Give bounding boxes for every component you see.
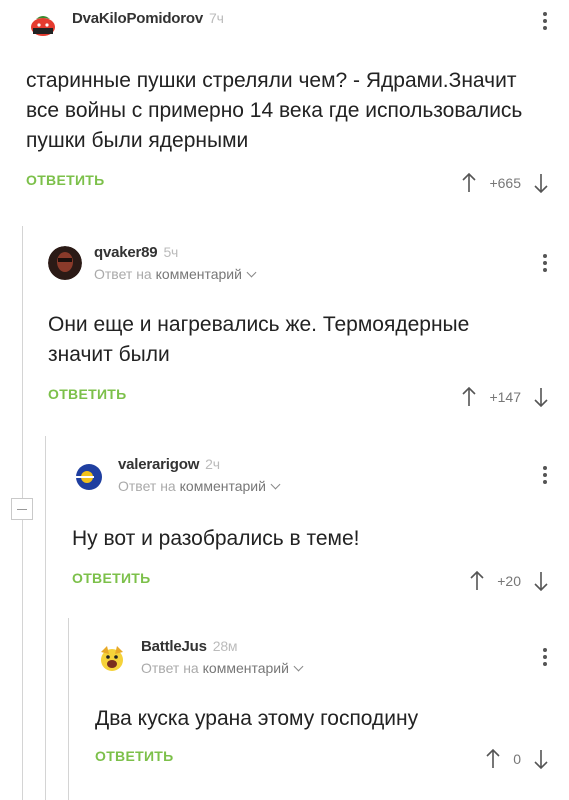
user-avatar-icon (72, 460, 106, 494)
user-avatar-icon (48, 246, 82, 280)
author-name: DvaKiloPomidorov (72, 10, 203, 27)
comment-text: старинные пушки стреляли чем? - Ядрами.З… (26, 69, 523, 152)
comment-header: BattleJus 28м Ответ на комментарий (95, 634, 569, 678)
vote-controls: +665 (461, 168, 549, 198)
reply-to-link[interactable]: Ответ на комментарий (118, 478, 281, 494)
vote-count: +147 (489, 389, 521, 405)
avatar[interactable] (72, 460, 106, 494)
comment-header: qvaker89 5ч Ответ на комментарий (48, 240, 569, 284)
comment-time: 2ч (205, 456, 220, 472)
comment-header: valerarigow 2ч Ответ на комментарий (72, 452, 569, 496)
comment: DvaKiloPomidorov 7ч старинные пушки стрел… (26, 6, 569, 198)
upvote-arrow-icon[interactable] (469, 570, 485, 592)
more-options-icon[interactable] (543, 254, 547, 275)
comment-author[interactable]: BattleJus 28м (141, 638, 238, 655)
reply-to-prefix: Ответ на (94, 266, 152, 282)
downvote-arrow-icon[interactable] (533, 570, 549, 592)
comment-actions: ОТВЕТИТЬ +147 (48, 382, 569, 412)
more-options-icon[interactable] (543, 466, 547, 487)
thread-line (45, 436, 46, 800)
upvote-arrow-icon[interactable] (485, 748, 501, 770)
vote-controls: +147 (461, 382, 549, 412)
reply-button[interactable]: ОТВЕТИТЬ (26, 172, 105, 188)
comment-author[interactable]: DvaKiloPomidorov 7ч (72, 10, 224, 27)
comment-author[interactable]: qvaker89 5ч (94, 244, 178, 261)
comment-text: Ну вот и разобрались в теме! (72, 527, 360, 550)
tomato-avatar-icon (26, 6, 60, 40)
vote-count: 0 (513, 751, 521, 767)
downvote-arrow-icon[interactable] (533, 172, 549, 194)
reply-button[interactable]: ОТВЕТИТЬ (72, 570, 151, 586)
comment-actions: ОТВЕТИТЬ 0 (95, 744, 569, 774)
chevron-down-icon (270, 479, 281, 490)
comment-time: 5ч (163, 244, 179, 260)
comment-header: DvaKiloPomidorov 7ч (26, 6, 569, 50)
reply-button[interactable]: ОТВЕТИТЬ (48, 386, 127, 402)
avatar[interactable] (26, 6, 60, 40)
comment-actions: ОТВЕТИТЬ +20 (72, 566, 569, 596)
comment-author[interactable]: valerarigow 2ч (118, 456, 220, 473)
thread-line (68, 618, 69, 800)
reply-to-target: комментарий (202, 660, 289, 676)
reply-to-target: комментарий (179, 478, 266, 494)
upvote-arrow-icon[interactable] (461, 172, 477, 194)
vote-count: +665 (489, 175, 521, 191)
more-options-icon[interactable] (543, 12, 547, 33)
comment: BattleJus 28м Ответ на комментарий Два ку… (95, 634, 569, 774)
author-name: BattleJus (141, 638, 207, 655)
comment-text: Они еще и нагревались же. Термоядерные з… (48, 313, 470, 366)
comment-text: Два куска урана этому господину (95, 707, 419, 730)
upvote-arrow-icon[interactable] (461, 386, 477, 408)
chevron-down-icon (246, 267, 257, 278)
collapse-thread-button[interactable] (11, 498, 33, 520)
comment: qvaker89 5ч Ответ на комментарий Они еще … (48, 240, 569, 412)
downvote-arrow-icon[interactable] (533, 748, 549, 770)
comment-time: 7ч (209, 10, 224, 26)
reply-to-prefix: Ответ на (141, 660, 199, 676)
reply-to-target: комментарий (155, 266, 242, 282)
author-name: valerarigow (118, 456, 200, 473)
comment-actions: ОТВЕТИТЬ +665 (26, 168, 569, 198)
reply-to-link[interactable]: Ответ на комментарий (94, 266, 257, 282)
reply-button[interactable]: ОТВЕТИТЬ (95, 748, 174, 764)
reply-to-prefix: Ответ на (118, 478, 176, 494)
downvote-arrow-icon[interactable] (533, 386, 549, 408)
more-options-icon[interactable] (543, 648, 547, 669)
chevron-down-icon (293, 661, 304, 672)
avatar[interactable] (95, 642, 129, 676)
author-name: qvaker89 (94, 244, 158, 261)
comment: valerarigow 2ч Ответ на комментарий Ну во… (72, 452, 569, 596)
comment-time: 28м (212, 638, 238, 654)
reply-to-link[interactable]: Ответ на комментарий (141, 660, 304, 676)
vote-controls: +20 (469, 566, 549, 596)
vote-controls: 0 (485, 744, 549, 774)
vote-count: +20 (497, 573, 521, 589)
cartoon-avatar-icon (95, 642, 129, 676)
avatar[interactable] (48, 246, 82, 280)
